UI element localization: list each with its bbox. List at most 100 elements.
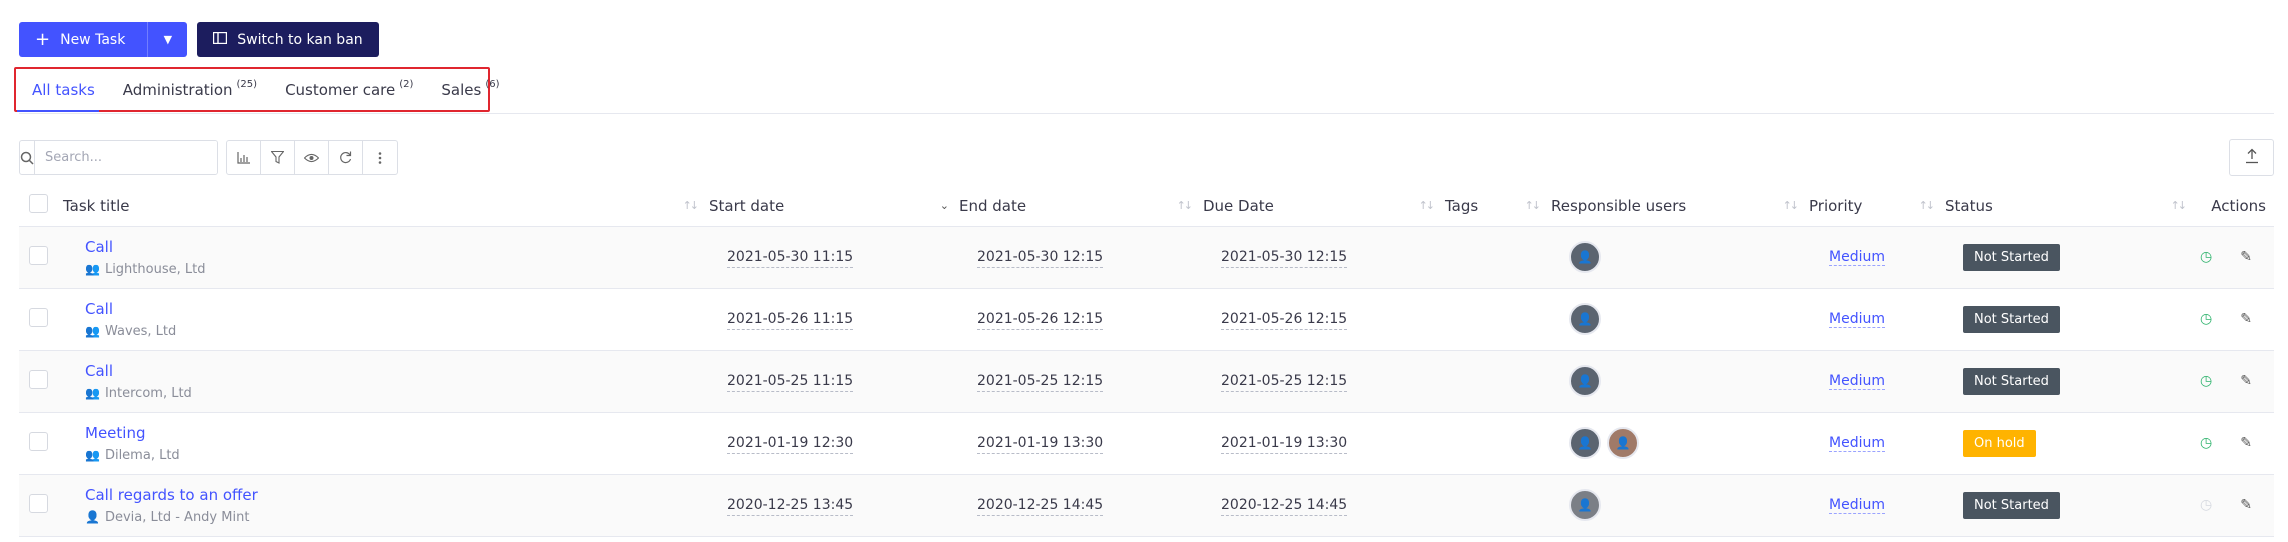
select-all-checkbox[interactable] bbox=[29, 194, 48, 214]
clock-icon[interactable]: ◷ bbox=[2200, 249, 2212, 265]
search-input[interactable] bbox=[35, 141, 217, 174]
company-label: 👤 Devia, Ltd - Andy Mint bbox=[85, 509, 250, 525]
export-button[interactable] bbox=[2229, 139, 2274, 176]
task-title-link[interactable]: Meeting bbox=[85, 424, 709, 442]
end-date[interactable]: 2021-05-30 12:15 bbox=[977, 249, 1104, 268]
avatar[interactable]: 👤 bbox=[1569, 303, 1601, 335]
end-date[interactable]: 2021-05-26 12:15 bbox=[977, 311, 1104, 330]
end-date[interactable]: 2021-01-19 13:30 bbox=[977, 435, 1104, 454]
edit-icon[interactable]: ✎ bbox=[2240, 311, 2252, 327]
clock-icon[interactable]: ◷ bbox=[2200, 373, 2212, 389]
caret-down-icon: ▼ bbox=[163, 33, 173, 46]
tab-sales[interactable]: Sales (6) bbox=[427, 69, 513, 110]
person-icon: 👤 bbox=[85, 510, 100, 524]
status-badge[interactable]: Not Started bbox=[1963, 367, 2060, 395]
avatar[interactable]: 👤 bbox=[1607, 427, 1639, 459]
task-title-link[interactable]: Call bbox=[85, 362, 709, 380]
due-date[interactable]: 2021-01-19 13:30 bbox=[1221, 435, 1348, 454]
start-date[interactable]: 2020-12-25 13:45 bbox=[727, 497, 854, 516]
chart-icon[interactable] bbox=[227, 141, 261, 174]
col-priority[interactable]: Priority ↑↓ bbox=[1809, 186, 1945, 227]
due-date[interactable]: 2021-05-26 12:15 bbox=[1221, 311, 1348, 330]
priority-value[interactable]: Medium bbox=[1829, 311, 1885, 328]
edit-icon[interactable]: ✎ bbox=[2240, 373, 2252, 389]
sort-icon: ↑↓ bbox=[1782, 199, 1800, 212]
start-date[interactable]: 2021-05-30 11:15 bbox=[727, 249, 854, 268]
people-icon: 👥 bbox=[85, 262, 100, 276]
avatar[interactable]: 👤 bbox=[1569, 489, 1601, 521]
tab-customer-care[interactable]: Customer care (2) bbox=[271, 69, 427, 110]
refresh-icon[interactable] bbox=[329, 141, 363, 174]
new-task-main[interactable]: + New Task bbox=[19, 22, 147, 57]
company-label: 👥 Intercom, Ltd bbox=[85, 385, 192, 401]
status-badge[interactable]: Not Started bbox=[1963, 491, 2060, 519]
table-header-row: Task title ↑↓ Start date ⌄ End date ↑↓ Due … bbox=[19, 186, 2274, 227]
due-date[interactable]: 2021-05-30 12:15 bbox=[1221, 249, 1348, 268]
col-start-date[interactable]: Start date ⌄ bbox=[709, 186, 959, 227]
row-checkbox[interactable] bbox=[29, 245, 48, 265]
plus-icon: + bbox=[35, 28, 51, 50]
table-row: Call 👥 Intercom, Ltd 2021-05-25 11:15 2021… bbox=[19, 350, 2274, 413]
new-task-label: New Task bbox=[60, 31, 126, 48]
sort-icon: ↑↓ bbox=[2170, 199, 2188, 212]
row-checkbox[interactable] bbox=[29, 431, 48, 451]
status-badge[interactable]: Not Started bbox=[1963, 305, 2060, 333]
priority-value[interactable]: Medium bbox=[1829, 249, 1885, 266]
col-status[interactable]: Status ↑↓ bbox=[1945, 186, 2197, 227]
end-date[interactable]: 2020-12-25 14:45 bbox=[977, 497, 1104, 516]
col-due-date[interactable]: Due Date ↑↓ bbox=[1203, 186, 1445, 227]
table-row: Call 👥 Waves, Ltd 2021-05-26 11:15 2021-05… bbox=[19, 288, 2274, 351]
clock-icon[interactable]: ◷ bbox=[2200, 435, 2212, 451]
avatar[interactable]: 👤 bbox=[1569, 427, 1601, 459]
tab-administration[interactable]: Administration (25) bbox=[109, 69, 271, 110]
new-task-button[interactable]: + New Task ▼ bbox=[19, 22, 188, 57]
tab-count: (25) bbox=[236, 79, 258, 90]
edit-icon[interactable]: ✎ bbox=[2240, 497, 2252, 513]
clock-icon[interactable]: ◷ bbox=[2200, 497, 2212, 513]
end-date[interactable]: 2021-05-25 12:15 bbox=[977, 373, 1104, 392]
company-label: 👥 Lighthouse, Ltd bbox=[85, 261, 206, 277]
col-actions: Actions bbox=[2197, 186, 2274, 227]
task-title-link[interactable]: Call regards to an offer bbox=[85, 486, 709, 504]
eye-icon[interactable] bbox=[295, 141, 329, 174]
company-label: 👥 Waves, Ltd bbox=[85, 323, 177, 339]
sort-desc-icon: ⌄ bbox=[939, 199, 949, 212]
task-title-link[interactable]: Call bbox=[85, 238, 709, 256]
due-date[interactable]: 2020-12-25 14:45 bbox=[1221, 497, 1348, 516]
sort-icon: ↑↓ bbox=[1524, 199, 1542, 212]
start-date[interactable]: 2021-01-19 12:30 bbox=[727, 435, 854, 454]
col-responsible-users[interactable]: Responsible users ↑↓ bbox=[1551, 186, 1809, 227]
select-all-cell bbox=[19, 186, 63, 227]
col-tags[interactable]: Tags ↑↓ bbox=[1445, 186, 1551, 227]
start-date[interactable]: 2021-05-26 11:15 bbox=[727, 311, 854, 330]
category-tabs: All tasks Administration (25) Customer ca… bbox=[14, 67, 499, 112]
priority-value[interactable]: Medium bbox=[1829, 373, 1885, 390]
filter-icon[interactable] bbox=[261, 141, 295, 174]
clock-icon[interactable]: ◷ bbox=[2200, 311, 2212, 327]
table-row: Meeting 👥 Dilema, Ltd 2021-01-19 12:30 202… bbox=[19, 412, 2274, 475]
edit-icon[interactable]: ✎ bbox=[2240, 435, 2252, 451]
col-end-date[interactable]: End date ↑↓ bbox=[959, 186, 1203, 227]
col-task-title[interactable]: Task title ↑↓ bbox=[63, 186, 709, 227]
status-badge[interactable]: Not Started bbox=[1963, 243, 2060, 271]
tab-all-tasks[interactable]: All tasks bbox=[32, 69, 109, 110]
search-icon[interactable] bbox=[20, 141, 35, 174]
switch-kanban-button[interactable]: Switch to kan ban bbox=[197, 22, 379, 57]
new-task-dropdown-toggle[interactable]: ▼ bbox=[147, 22, 187, 57]
row-checkbox[interactable] bbox=[29, 493, 48, 513]
row-checkbox[interactable] bbox=[29, 307, 48, 327]
priority-value[interactable]: Medium bbox=[1829, 435, 1885, 452]
tags-cell bbox=[1445, 474, 1551, 537]
status-badge[interactable]: On hold bbox=[1963, 429, 2036, 457]
avatar[interactable]: 👤 bbox=[1569, 365, 1601, 397]
priority-value[interactable]: Medium bbox=[1829, 497, 1885, 514]
edit-icon[interactable]: ✎ bbox=[2240, 249, 2252, 265]
start-date[interactable]: 2021-05-25 11:15 bbox=[727, 373, 854, 392]
due-date[interactable]: 2021-05-25 12:15 bbox=[1221, 373, 1348, 392]
people-icon: 👥 bbox=[85, 386, 100, 400]
more-vertical-icon[interactable] bbox=[363, 141, 397, 174]
task-title-link[interactable]: Call bbox=[85, 300, 709, 318]
avatar[interactable]: 👤 bbox=[1569, 241, 1601, 273]
tags-cell bbox=[1445, 350, 1551, 413]
row-checkbox[interactable] bbox=[29, 369, 48, 389]
